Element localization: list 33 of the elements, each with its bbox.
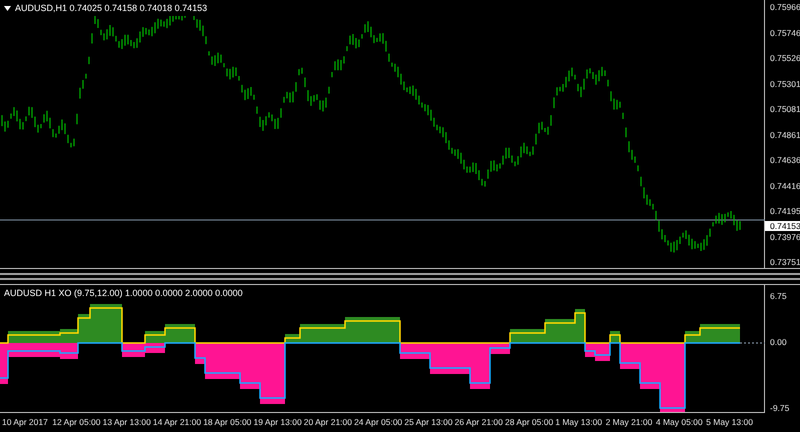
price-label: 0.74195 <box>770 206 800 217</box>
time-label: 18 Apr 05:00 <box>203 416 252 429</box>
time-label: 5 May 13:00 <box>706 416 754 429</box>
time-label: 10 Apr 2017 <box>2 416 49 429</box>
price-label: 0.75081 <box>770 104 800 115</box>
price-label: 0.74861 <box>770 130 800 140</box>
indicator-axis-label: -9.75 <box>770 403 790 414</box>
time-label: 14 Apr 21:00 <box>152 416 202 429</box>
time-label: 24 Apr 05:00 <box>354 416 404 429</box>
price-label: 0.73976 <box>770 232 800 242</box>
time-label: 12 Apr 05:00 <box>52 416 102 429</box>
time-label: 28 Apr 05:00 <box>504 416 554 429</box>
chart-title: AUDUSD,H1 0.74025 0.74158 0.74018 0.74153 <box>15 2 210 16</box>
price-label: 0.75746 <box>770 28 800 38</box>
time-label: 19 Apr 13:00 <box>253 416 303 429</box>
time-label: 25 Apr 13:00 <box>404 416 454 429</box>
time-label: 26 Apr 21:00 <box>454 416 504 429</box>
caret-icon[interactable] <box>4 6 11 12</box>
time-label: 13 Apr 13:00 <box>102 416 152 429</box>
price-label: 0.73751 <box>770 257 800 268</box>
indicator-axis-label: 6.75 <box>770 291 787 302</box>
time-label: 20 Apr 21:00 <box>304 416 353 429</box>
current-price-label: 0.74153 <box>765 221 800 231</box>
price-label: 0.75526 <box>770 53 800 64</box>
price-label: 0.75966 <box>770 2 800 13</box>
time-label: 4 May 05:00 <box>656 416 704 429</box>
indicator-title: AUDUSD H1 XO (9.75,12.00) 1.0000 0.0000 2.0000 0.0000 <box>4 287 243 300</box>
time-label: 2 May 21:00 <box>606 416 654 429</box>
time-label: 1 May 13:00 <box>555 416 604 429</box>
price-label: 0.75301 <box>770 78 800 90</box>
price-label: 0.74636 <box>770 155 800 166</box>
price-label: 0.74416 <box>770 180 800 192</box>
indicator-axis-label: 0.00 <box>770 337 787 348</box>
